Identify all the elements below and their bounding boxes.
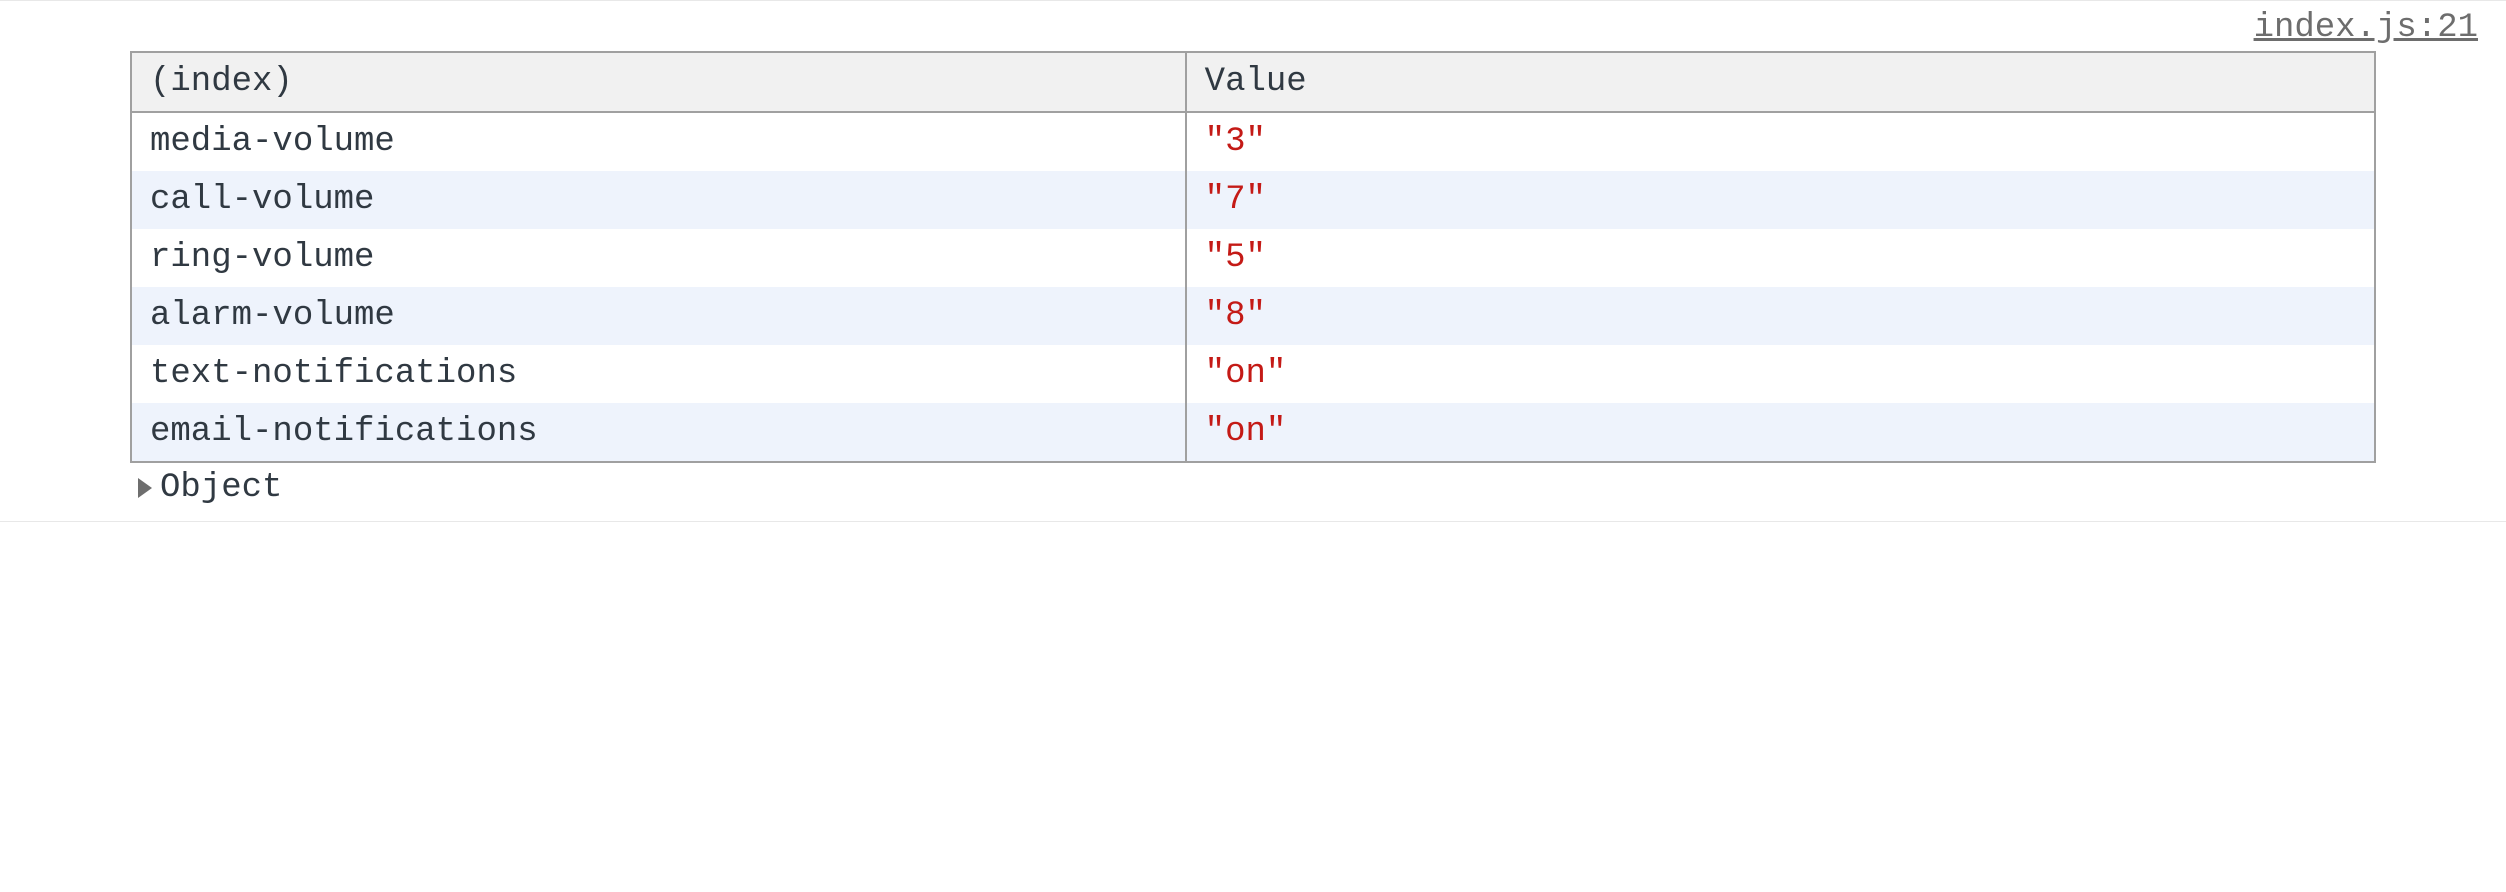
cell-index: ring-volume: [131, 229, 1186, 287]
table-row[interactable]: call-volume "7": [131, 171, 2375, 229]
cell-index: text-notifications: [131, 345, 1186, 403]
table-row[interactable]: ring-volume "5": [131, 229, 2375, 287]
disclosure-triangle-icon[interactable]: [138, 478, 152, 498]
console-table: (index) Value media-volume "3" call-volu…: [130, 51, 2376, 463]
table-row[interactable]: alarm-volume "8": [131, 287, 2375, 345]
col-header-value[interactable]: Value: [1186, 52, 2375, 112]
source-link[interactable]: index.js:21: [2254, 9, 2478, 47]
col-header-index[interactable]: (index): [131, 52, 1186, 112]
console-table-wrap: (index) Value media-volume "3" call-volu…: [0, 51, 2506, 463]
cell-value: "3": [1186, 112, 2375, 171]
table-row[interactable]: text-notifications "on": [131, 345, 2375, 403]
table-header-row: (index) Value: [131, 52, 2375, 112]
table-row[interactable]: email-notifications "on": [131, 403, 2375, 462]
object-summary-label: Object: [160, 469, 282, 507]
cell-index: alarm-volume: [131, 287, 1186, 345]
cell-index: media-volume: [131, 112, 1186, 171]
cell-value: "7": [1186, 171, 2375, 229]
cell-value: "on": [1186, 403, 2375, 462]
source-link-row: index.js:21: [0, 9, 2506, 51]
object-summary-row[interactable]: Object: [0, 463, 2506, 507]
table-row[interactable]: media-volume "3": [131, 112, 2375, 171]
cell-index: call-volume: [131, 171, 1186, 229]
cell-value: "on": [1186, 345, 2375, 403]
cell-index: email-notifications: [131, 403, 1186, 462]
cell-value: "5": [1186, 229, 2375, 287]
cell-value: "8": [1186, 287, 2375, 345]
console-table-entry: index.js:21 (index) Value media-volume "…: [0, 0, 2506, 522]
